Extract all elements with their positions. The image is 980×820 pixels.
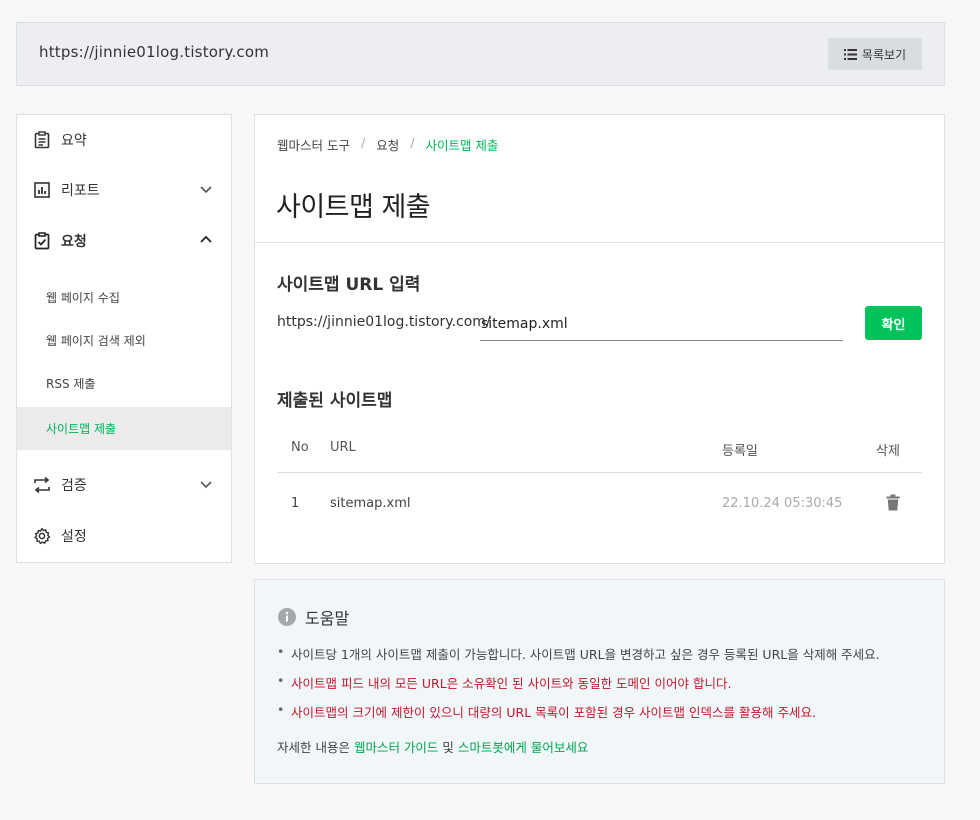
submitted-section-heading: 제출된 사이트맵 <box>277 391 393 411</box>
help-list: 사이트당 1개의 사이트맵 제출이 가능합니다. 사이트맵 URL을 변경하고 … <box>277 644 880 731</box>
sidebar-subitem-rss[interactable]: RSS 제출 <box>17 362 231 405</box>
column-header-delete: 삭제 <box>876 444 900 459</box>
info-icon <box>278 608 296 626</box>
sidebar-item-settings[interactable]: 설정 <box>17 511 231 561</box>
breadcrumb-separator: / <box>360 135 366 150</box>
list-icon <box>843 48 857 60</box>
row-date: 22.10.24 05:30:45 <box>722 496 843 511</box>
gear-icon <box>33 527 51 545</box>
list-view-button[interactable]: 목록보기 <box>828 38 922 70</box>
column-header-url: URL <box>330 440 356 455</box>
sidebar-item-label: 검증 <box>61 478 87 494</box>
help-footer-prefix: 자세한 내용은 <box>277 740 354 755</box>
row-no: 1 <box>291 496 300 511</box>
sidebar-item-verify[interactable]: 검증 <box>17 460 231 510</box>
help-item-warning: 사이트맵의 크기에 제한이 있으니 대량의 URL 목록이 포함된 경우 사이트… <box>277 702 880 731</box>
trash-icon[interactable] <box>886 494 900 511</box>
sidebar-subitem-page-exclude[interactable]: 웹 페이지 검색 제외 <box>17 319 231 362</box>
breadcrumb: 웹마스터 도구 / 요청 / 사이트맵 제출 <box>277 135 498 154</box>
column-header-date: 등록일 <box>722 444 758 459</box>
sitemap-url-input[interactable] <box>480 307 843 341</box>
smartbot-link[interactable]: 스마트봇에게 물어보세요 <box>458 740 588 755</box>
breadcrumb-current: 사이트맵 제출 <box>425 138 499 153</box>
webmaster-guide-link[interactable]: 웹마스터 가이드 <box>354 740 438 755</box>
page-title: 사이트맵 제출 <box>276 192 431 223</box>
site-url: https://jinnie01log.tistory.com <box>39 43 270 61</box>
help-item: 사이트당 1개의 사이트맵 제출이 가능합니다. 사이트맵 URL을 변경하고 … <box>277 644 880 673</box>
clipboard-icon <box>33 131 51 149</box>
sidebar-item-label: 설정 <box>61 529 87 545</box>
site-bar: https://jinnie01log.tistory.com 목록보기 <box>16 22 945 86</box>
confirm-button[interactable]: 확인 <box>865 306 922 340</box>
help-title: 도움말 <box>305 609 350 628</box>
breadcrumb-item[interactable]: 요청 <box>376 135 399 154</box>
repeat-icon <box>33 476 51 494</box>
help-footer-mid: 및 <box>438 740 458 755</box>
url-prefix: https://jinnie01log.tistory.com/ <box>277 314 491 330</box>
chevron-down-icon <box>200 481 212 489</box>
column-header-no: No <box>291 440 309 455</box>
sidebar-item-report[interactable]: 리포트 <box>17 165 231 215</box>
sidebar-item-summary[interactable]: 요약 <box>17 115 231 165</box>
sidebar: 요약 리포트 요청 웹 페이지 수집 웹 페이지 검색 제외 RSS 제출 사이… <box>16 114 232 563</box>
sidebar-subitem-page-collect[interactable]: 웹 페이지 수집 <box>17 276 231 319</box>
chevron-up-icon <box>200 235 212 243</box>
clipboard-check-icon <box>33 232 51 250</box>
bar-chart-icon <box>33 181 51 199</box>
main-panel: 웹마스터 도구 / 요청 / 사이트맵 제출 사이트맵 제출 사이트맵 URL … <box>254 114 945 564</box>
sidebar-item-label: 요약 <box>61 133 87 149</box>
sidebar-item-label: 요청 <box>61 234 87 250</box>
list-view-label: 목록보기 <box>861 47 907 62</box>
breadcrumb-item[interactable]: 웹마스터 도구 <box>277 135 350 154</box>
help-header: 도움말 <box>278 605 349 629</box>
sidebar-item-label: 리포트 <box>61 183 100 199</box>
divider <box>255 242 944 243</box>
chevron-down-icon <box>200 186 212 194</box>
sidebar-item-request[interactable]: 요청 <box>17 216 231 266</box>
breadcrumb-separator: / <box>410 135 415 150</box>
sidebar-subitem-sitemap[interactable]: 사이트맵 제출 <box>17 407 231 450</box>
help-footer: 자세한 내용은 웹마스터 가이드 및 스마트봇에게 물어보세요 <box>277 737 588 756</box>
row-url: sitemap.xml <box>330 496 411 511</box>
help-box: 도움말 사이트당 1개의 사이트맵 제출이 가능합니다. 사이트맵 URL을 변… <box>254 579 945 784</box>
table-divider <box>277 472 922 473</box>
url-section-heading: 사이트맵 URL 입력 <box>277 275 421 295</box>
help-item-warning: 사이트맵 피드 내의 모든 URL은 소유확인 된 사이트와 동일한 도메인 이… <box>277 673 880 702</box>
